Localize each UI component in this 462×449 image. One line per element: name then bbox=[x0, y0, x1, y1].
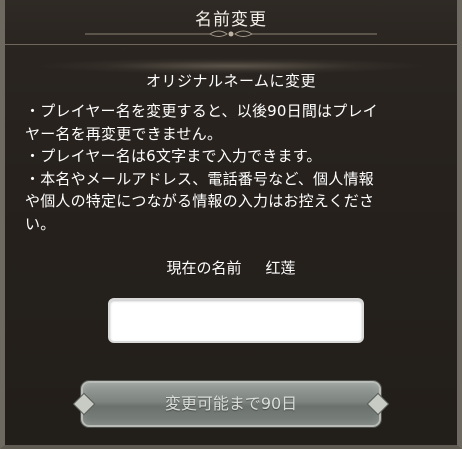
current-name-value: 红莲 bbox=[265, 259, 296, 277]
notice-text: ・プレイヤー名を変更すると、以後90日間はプレイ ヤー名を再変更できません。 ・… bbox=[25, 100, 445, 235]
title-bar: 名前変更 bbox=[5, 0, 457, 45]
current-name-label: 現在の名前 bbox=[166, 259, 242, 277]
notice-line: い。 bbox=[25, 214, 56, 233]
notice-line: ヤー名を再変更できません。 bbox=[25, 124, 223, 143]
change-name-button-label: 変更可能まで90日 bbox=[164, 394, 298, 413]
change-name-button[interactable]: 変更可能まで90日 bbox=[74, 381, 388, 427]
button-ornament-icon bbox=[74, 394, 94, 414]
button-ornament-icon bbox=[368, 394, 388, 414]
notice-line: や個人の特定につながる情報の入力はお控えくださ bbox=[25, 192, 375, 210]
notice-line: ・プレイヤー名を変更すると、以後90日間はプレイ bbox=[25, 102, 378, 120]
current-name-row: 現在の名前 红莲 bbox=[5, 257, 457, 278]
section-subtitle: オリジナルネームに変更 bbox=[145, 72, 317, 90]
title-ornament-icon bbox=[85, 30, 377, 37]
new-name-input[interactable] bbox=[108, 298, 364, 343]
notice-line: ・プレイヤー名は6文字まで入力できます。 bbox=[25, 147, 322, 165]
rename-dialog: 名前変更 オリジナルネームに変更 ・プレイヤー名を変更すると、以後90日間はプレ… bbox=[0, 0, 462, 449]
notice-line: ・本名やメールアドレス、電話番号など、個人情報 bbox=[25, 169, 374, 188]
